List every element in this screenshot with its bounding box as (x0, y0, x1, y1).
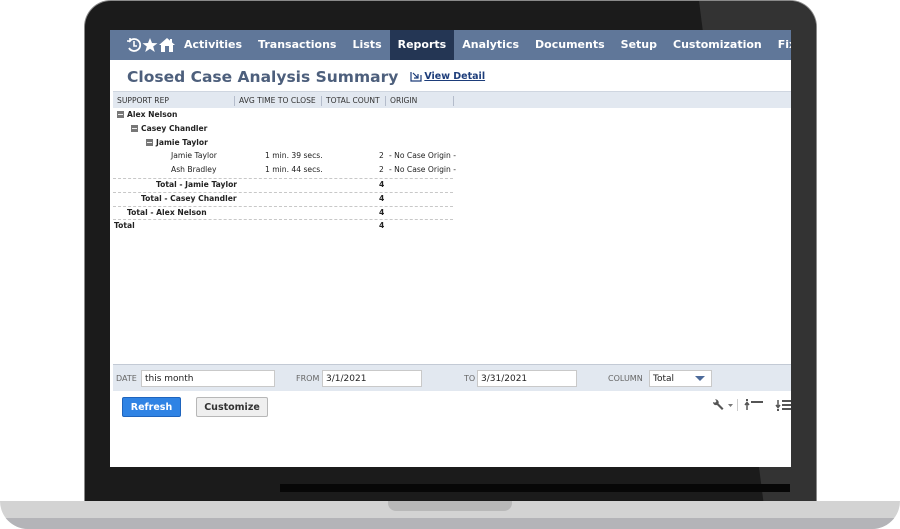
column-divider[interactable] (321, 96, 322, 106)
settings-wrench-menu[interactable] (711, 399, 738, 411)
nav-fixed-assets[interactable]: Fix (770, 30, 791, 60)
group-label: Jamie Taylor (156, 137, 208, 147)
group-cell: Alex Nelson (117, 110, 177, 119)
count-cell[interactable]: 4 (379, 208, 384, 217)
from-date-input[interactable]: 3/1/2021 (322, 370, 422, 387)
count-cell[interactable]: 4 (379, 180, 384, 189)
column-header-total-count[interactable]: TOTAL COUNT (326, 94, 380, 107)
collapse-icon[interactable] (117, 111, 124, 118)
table-row: Total - Casey Chandler 4 (113, 191, 453, 206)
avg-time-cell: 1 min. 39 secs. (265, 151, 323, 161)
group-label: Alex Nelson (127, 110, 178, 119)
total-label: Total - Casey Chandler (141, 193, 237, 203)
rep-cell: Ash Bradley (171, 165, 217, 175)
expand-all-button[interactable] (775, 399, 791, 411)
refresh-button[interactable]: Refresh (122, 397, 181, 417)
column-header-support-rep[interactable]: SUPPORT REP (117, 94, 169, 107)
table-row: Total - Jamie Taylor 4 (113, 177, 453, 192)
nav-transactions[interactable]: Transactions (250, 30, 344, 60)
dropdown-arrow-icon (695, 376, 705, 381)
nav-activities[interactable]: Activities (176, 30, 250, 60)
nav-documents[interactable]: Documents (527, 30, 613, 60)
group-cell: Jamie Taylor (146, 138, 208, 147)
report-table-body: Alex Nelson Casey Chandler Jamie Taylor … (113, 109, 456, 233)
report-table-header: SUPPORT REP AVG TIME TO CLOSE TOTAL COUN… (113, 91, 791, 108)
count-cell[interactable]: 4 (379, 194, 384, 203)
view-detail-icon (410, 72, 422, 82)
recent-records-icon[interactable] (126, 30, 142, 60)
column-header-avg-time[interactable]: AVG TIME TO CLOSE (239, 94, 316, 107)
table-row: Casey Chandler (113, 123, 453, 137)
app-screen: Activities Transactions Lists Reports An… (110, 30, 791, 467)
nav-lists[interactable]: Lists (344, 30, 389, 60)
nav-reports[interactable]: Reports (389, 30, 455, 60)
count-cell[interactable]: 4 (379, 221, 384, 230)
collapse-all-button[interactable] (744, 399, 764, 411)
expand-all-icon (775, 400, 791, 411)
customize-button[interactable]: Customize (196, 397, 268, 417)
nav-customization[interactable]: Customization (665, 30, 770, 60)
total-label: Total - Jamie Taylor (156, 179, 238, 189)
column-divider[interactable] (234, 96, 235, 106)
collapse-icon[interactable] (131, 124, 138, 132)
origin-cell: - No Case Origin - (389, 165, 456, 175)
column-label: COLUMN (608, 374, 643, 383)
chevron-down-icon (728, 403, 733, 407)
bezel-hinge (280, 484, 790, 492)
avg-time-cell: 1 min. 44 secs. (265, 165, 323, 175)
count-cell[interactable]: 2 (379, 165, 384, 174)
rep-cell: Jamie Taylor (171, 151, 217, 161)
nav-analytics[interactable]: Analytics (454, 30, 527, 60)
column-select[interactable]: Total (649, 370, 712, 387)
origin-cell: - No Case Origin - (389, 151, 456, 161)
grand-total-label: Total (114, 221, 135, 231)
table-row: Jamie Taylor 1 min. 39 secs. 2 - No Case… (113, 150, 456, 164)
top-navigation: Activities Transactions Lists Reports An… (110, 30, 791, 60)
table-row: Ash Bradley 1 min. 44 secs. 2 - No Case … (113, 164, 456, 178)
favorites-star-icon[interactable] (142, 30, 158, 60)
column-divider[interactable] (385, 96, 386, 106)
date-label: DATE (116, 374, 137, 383)
column-select-value: Total (653, 374, 675, 384)
base-notch (388, 501, 512, 511)
title-row: Closed Case Analysis Summary View Detail (127, 68, 485, 86)
group-label: Casey Chandler (141, 123, 208, 133)
table-row: Total - Alex Nelson 4 (113, 205, 453, 220)
nav-setup[interactable]: Setup (613, 30, 665, 60)
to-date-input[interactable]: 3/31/2021 (477, 370, 577, 387)
collapse-all-icon (744, 399, 763, 410)
view-detail-link[interactable]: View Detail (410, 71, 485, 82)
column-divider[interactable] (453, 96, 454, 106)
table-row: Jamie Taylor (113, 137, 453, 151)
group-cell: Casey Chandler (131, 124, 207, 133)
table-row: Total 4 (113, 219, 453, 233)
collapse-icon[interactable] (146, 138, 153, 146)
base-edge (0, 518, 900, 529)
wrench-icon (712, 399, 724, 410)
toolbar-divider (737, 399, 738, 411)
date-input[interactable]: this month (141, 370, 275, 387)
table-row: Alex Nelson (113, 109, 453, 123)
to-label: TO (464, 374, 476, 383)
from-label: FROM (296, 374, 320, 383)
page-title: Closed Case Analysis Summary (127, 68, 399, 86)
filter-bar: DATE this month FROM 3/1/2021 TO 3/31/20… (113, 364, 791, 391)
home-icon[interactable] (158, 30, 176, 60)
laptop-base (0, 501, 900, 529)
column-header-origin[interactable]: ORIGIN (390, 94, 417, 107)
count-cell[interactable]: 2 (379, 151, 384, 160)
view-detail-label: View Detail (424, 71, 486, 82)
total-label: Total - Alex Nelson (127, 207, 207, 217)
